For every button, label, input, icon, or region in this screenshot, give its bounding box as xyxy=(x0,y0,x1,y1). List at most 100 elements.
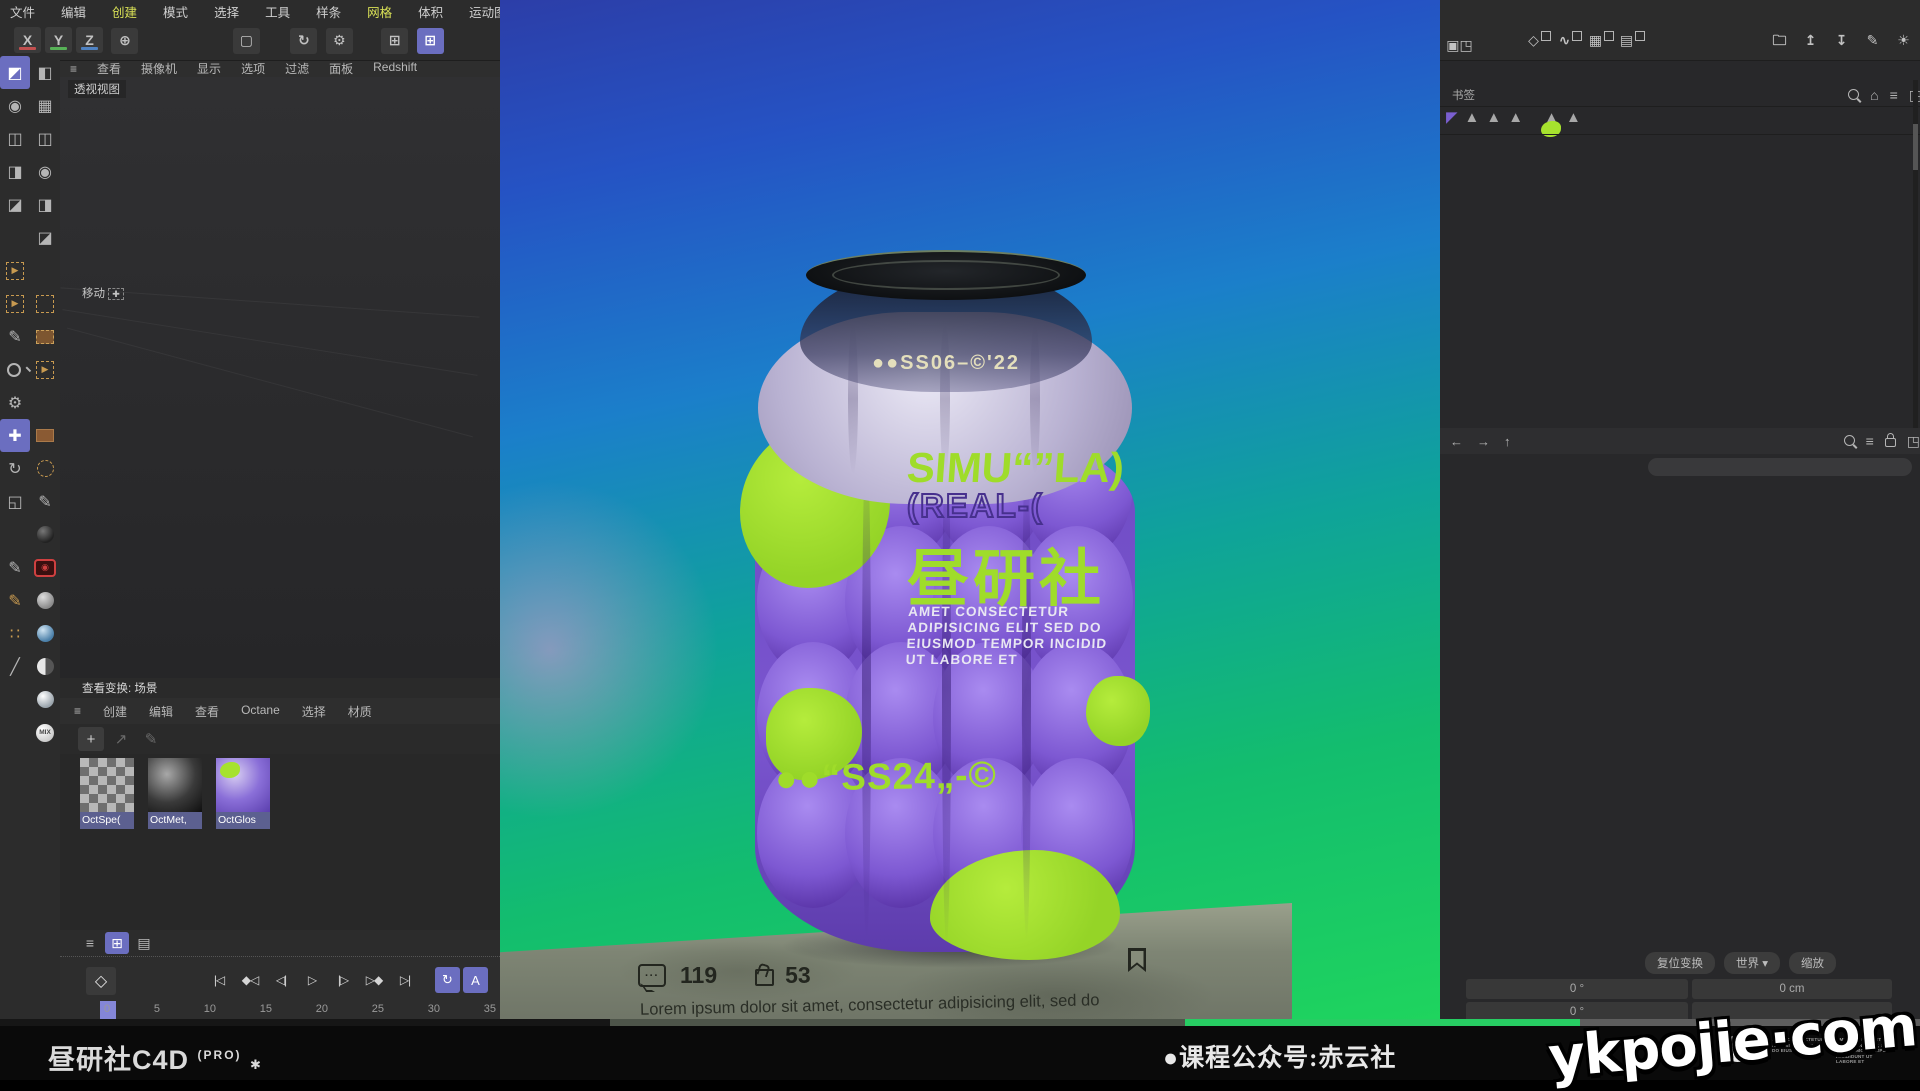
live-select-icon[interactable]: ▶ xyxy=(0,254,30,287)
rotation-field[interactable]: 0 ° xyxy=(1466,979,1688,999)
import-icon[interactable]: ↥ xyxy=(1797,27,1824,53)
circle-select-icon[interactable] xyxy=(30,452,60,485)
scale-tool-icon[interactable]: ◱ xyxy=(0,485,30,518)
tweak-tool-icon[interactable]: ⚙ xyxy=(0,386,30,419)
point-icon[interactable]: ◉ xyxy=(30,155,60,188)
menu-item[interactable]: 文件 xyxy=(10,2,35,21)
menu-item[interactable]: 模式 xyxy=(163,2,188,21)
dots-tool-icon[interactable]: ∷ xyxy=(0,617,30,650)
list-view-icon[interactable]: ≡ xyxy=(78,932,102,954)
popout-icon[interactable]: ◳ xyxy=(1907,433,1920,450)
timeline-ruler[interactable]: 05101520253035 xyxy=(104,1003,496,1015)
export-icon[interactable]: ↧ xyxy=(1828,27,1855,53)
menu-item[interactable]: 工具 xyxy=(265,2,290,21)
move-tool-icon[interactable]: ✚ xyxy=(0,419,30,452)
dashed-select-icon[interactable] xyxy=(30,287,60,320)
menu-item[interactable]: 编辑 xyxy=(61,2,86,21)
fill-select-icon[interactable] xyxy=(30,320,60,353)
reset-transform-button[interactable]: 复位变换 xyxy=(1645,952,1715,974)
sphere-dark-icon[interactable] xyxy=(30,518,60,551)
camera-render-icon[interactable]: ◉ xyxy=(30,551,60,584)
material-menu-item[interactable]: 材质 xyxy=(348,703,372,720)
material-item[interactable]: OctGlos xyxy=(216,758,270,829)
material-menu-item[interactable]: 选择 xyxy=(302,703,326,720)
search-icon[interactable] xyxy=(1844,433,1855,449)
material-menu-item[interactable]: Octane xyxy=(241,703,280,720)
search-icon[interactable] xyxy=(1848,87,1859,103)
cube-primitive-icon[interactable]: ◧ xyxy=(30,56,60,89)
eyedropper-icon[interactable]: ✎ xyxy=(138,727,164,751)
knife-tool-icon[interactable]: ✎ xyxy=(0,551,30,584)
spacer[interactable] xyxy=(0,221,30,254)
axis-y-button[interactable]: Y xyxy=(45,27,72,53)
menu-item[interactable]: 体积 xyxy=(418,2,443,21)
spacer[interactable] xyxy=(30,254,60,287)
menu-item[interactable]: 创建 xyxy=(112,2,137,21)
snap-settings-button[interactable]: ⚙ xyxy=(326,28,353,54)
edge-mode-icon[interactable]: ◫ xyxy=(0,122,30,155)
play-button[interactable]: ▷ xyxy=(298,967,326,993)
viewport-menu-item[interactable]: 选项 xyxy=(241,60,265,77)
prev-frame-button[interactable]: ◁| xyxy=(267,967,295,993)
viewport-menu-item[interactable]: 查看 xyxy=(97,60,121,77)
folder-icon[interactable]: 🗀 xyxy=(1766,29,1793,55)
scrollbar-thumb[interactable] xyxy=(1913,124,1918,170)
layer-view-icon[interactable]: ▤ xyxy=(132,932,156,954)
viewport-menu-item[interactable]: Redshift xyxy=(373,60,417,77)
material-menu-item[interactable]: 查看 xyxy=(195,703,219,720)
progress-bar-played[interactable] xyxy=(1185,1019,1580,1026)
tutorial-video-overlay[interactable]: ●●SS06–©'22 SIMU“”LA) (REAL-( 昼研社 AMET C… xyxy=(500,0,1440,1020)
zoom-tool-icon[interactable] xyxy=(0,353,30,386)
loop-button[interactable]: ↻ xyxy=(435,967,460,993)
uv-mode-icon[interactable]: ◪ xyxy=(0,188,30,221)
plane-icon[interactable]: ◨ xyxy=(30,188,60,221)
cone-object[interactable]: ▲ xyxy=(1486,109,1501,126)
grid-view-icon[interactable]: ⊞ xyxy=(105,932,129,954)
rotate-tool-icon[interactable]: ↻ xyxy=(0,452,30,485)
material-menu-item[interactable]: 创建 xyxy=(103,703,127,720)
up-icon[interactable]: ↑ xyxy=(1504,434,1511,449)
filter-icon[interactable]: ≡ xyxy=(1866,433,1874,449)
layer-triangle-purple[interactable]: ◤ xyxy=(1446,108,1458,126)
rotate-snap-button[interactable]: ↻ xyxy=(290,28,317,54)
viewport-menu-item[interactable]: 面板 xyxy=(329,60,353,77)
pen-tool-icon[interactable]: ✎ xyxy=(0,320,30,353)
add-material-button[interactable]: + xyxy=(78,727,104,751)
material-thumbnail[interactable] xyxy=(80,758,134,812)
material-thumbnail[interactable] xyxy=(216,758,270,812)
grid-lock-button[interactable]: ⊞ xyxy=(417,28,444,54)
back-icon[interactable]: ← xyxy=(1450,434,1463,449)
render-settings-icon[interactable]: ∿ xyxy=(1557,27,1584,53)
goto-start-button[interactable]: |◁ xyxy=(205,967,233,993)
attribute-search-input[interactable] xyxy=(1648,458,1912,476)
viewport-menu-item[interactable]: 摄像机 xyxy=(141,60,177,77)
next-frame-button[interactable]: |▷ xyxy=(329,967,357,993)
arrow-select-icon[interactable]: ▶ xyxy=(30,353,60,386)
cone-object[interactable]: ▲ xyxy=(1465,109,1480,126)
next-key-button[interactable]: ▷◆ xyxy=(360,967,388,993)
axis-x-button[interactable]: X xyxy=(14,27,41,53)
building-icon[interactable]: ▦ xyxy=(30,89,60,122)
sphere-light-icon[interactable] xyxy=(30,683,60,716)
rect-region-icon[interactable] xyxy=(30,419,60,452)
goto-end-button[interactable]: ▷| xyxy=(391,967,419,993)
arrow-up-icon[interactable]: ↗ xyxy=(108,727,134,751)
scale-button[interactable]: 缩放 xyxy=(1789,952,1836,974)
viewport-menu-item[interactable]: 显示 xyxy=(197,60,221,77)
menu-item[interactable]: 样条 xyxy=(316,2,341,21)
axis-z-button[interactable]: Z xyxy=(76,27,103,53)
pen-b-icon[interactable]: ✎ xyxy=(30,485,60,518)
sun-icon[interactable]: ☀ xyxy=(1890,27,1917,53)
viewport-popout-icon[interactable]: ▣◳ xyxy=(1444,27,1475,63)
material-thumbnail[interactable] xyxy=(148,758,202,812)
lock-icon[interactable] xyxy=(1885,433,1896,450)
render-view-icon[interactable]: ◇ xyxy=(1526,27,1553,53)
cone-object[interactable]: ▲ xyxy=(1566,109,1581,126)
viewport-menu-item[interactable]: 过滤 xyxy=(285,60,309,77)
spacer[interactable] xyxy=(0,683,30,716)
paint-tool-icon[interactable]: ✎ xyxy=(0,584,30,617)
material-item[interactable]: OctSpe( xyxy=(80,758,134,829)
world-dropdown[interactable]: 世界 ▾ xyxy=(1724,952,1780,974)
snap-square-button[interactable]: ▢ xyxy=(233,28,260,54)
autokey-button[interactable]: A xyxy=(463,967,488,993)
